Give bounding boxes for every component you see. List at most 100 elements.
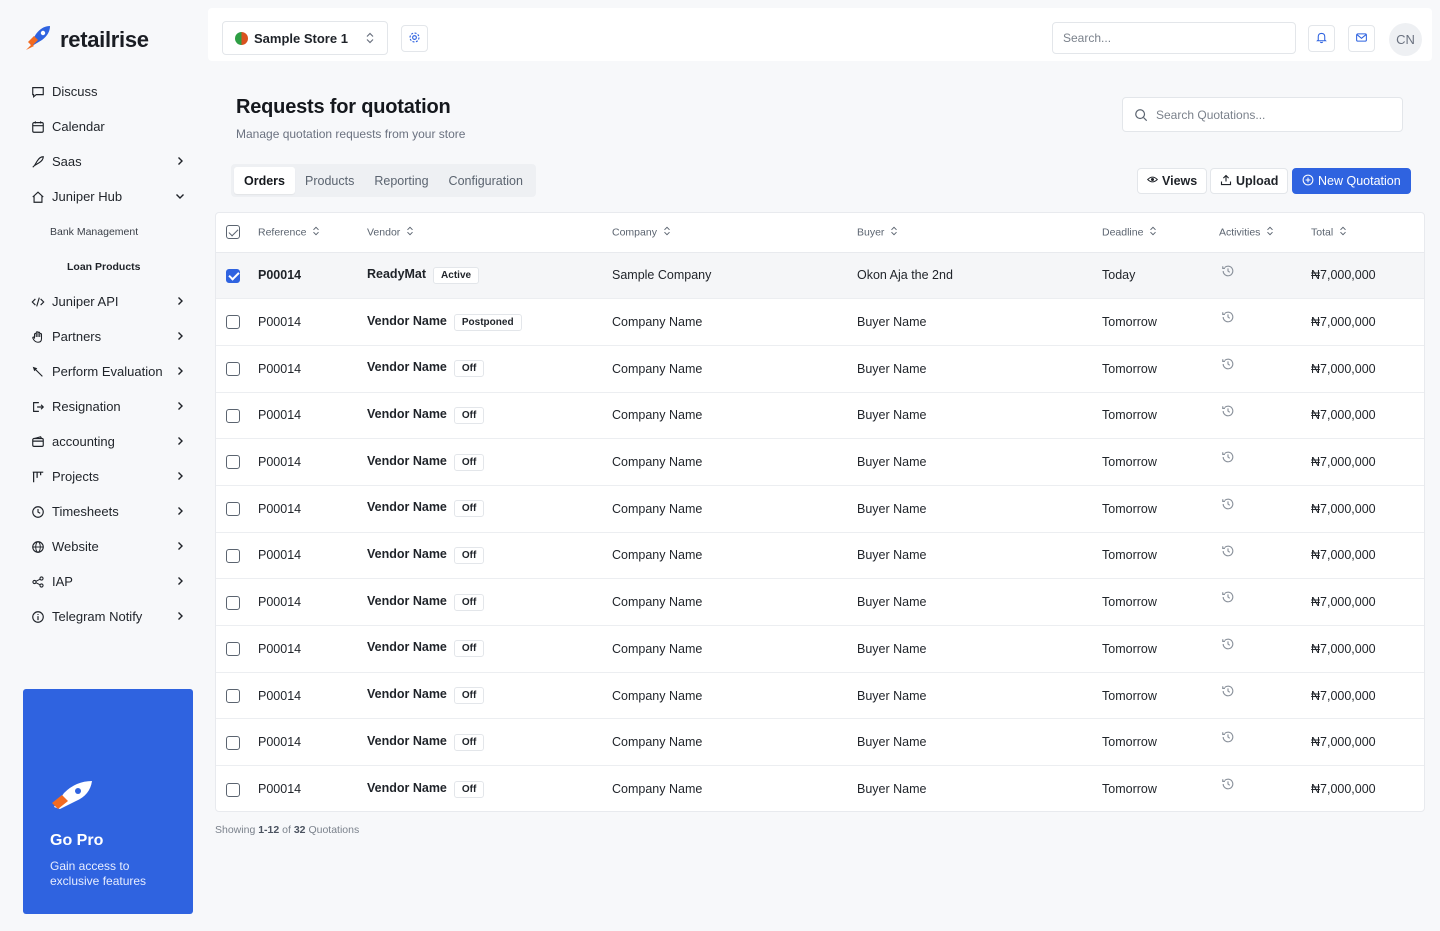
column-header-total[interactable]: Total — [1311, 213, 1368, 253]
row-checkbox[interactable] — [226, 548, 240, 563]
table-row[interactable]: P00014 Vendor Name Off Company Name Buyer Na… — [216, 532, 1424, 580]
row-checkbox[interactable] — [226, 455, 240, 470]
chevron-right-icon[interactable] — [174, 540, 186, 552]
quotation-search-input[interactable] — [1156, 98, 1396, 131]
new-quotation-button[interactable]: New Quotation — [1292, 168, 1411, 194]
sidebar-item-timesheets[interactable]: Timesheets — [22, 494, 194, 529]
sidebar-item-website[interactable]: Website — [22, 529, 194, 564]
tab-orders[interactable]: Orders — [234, 167, 295, 194]
table-row[interactable]: P00014 Vendor Name Off Company Name Buyer Na… — [216, 392, 1424, 440]
column-header-buyer[interactable]: Buyer — [857, 213, 1102, 253]
chevron-right-icon[interactable] — [174, 365, 186, 377]
table-row[interactable]: P00014 Vendor Name Off Company Name Buyer Na… — [216, 578, 1424, 626]
sort-icon[interactable] — [406, 226, 414, 239]
history-icon[interactable] — [1221, 684, 1235, 701]
cell-reference[interactable]: P00014 — [258, 315, 301, 329]
history-icon[interactable] — [1221, 637, 1235, 654]
global-search-input[interactable] — [1052, 22, 1296, 54]
sidebar-item-calendar[interactable]: Calendar — [22, 109, 194, 144]
table-row[interactable]: P00014 Vendor Name Off Company Name Buyer Na… — [216, 485, 1424, 533]
history-icon[interactable] — [1221, 357, 1235, 374]
sort-icon[interactable] — [663, 226, 671, 239]
store-selector[interactable]: Sample Store 1 — [222, 21, 388, 55]
notifications-button[interactable] — [1308, 25, 1335, 52]
row-checkbox[interactable] — [226, 315, 240, 330]
chevron-right-icon[interactable] — [174, 330, 186, 342]
history-icon[interactable] — [1221, 310, 1235, 327]
sidebar-item-telegram-notify[interactable]: Telegram Notify — [22, 599, 194, 634]
chevron-right-icon[interactable] — [174, 575, 186, 587]
cell-reference[interactable]: P00014 — [258, 689, 301, 703]
row-checkbox[interactable] — [226, 688, 240, 703]
tab-reporting[interactable]: Reporting — [364, 167, 438, 194]
views-button[interactable]: Views — [1137, 168, 1208, 194]
chevron-down-icon[interactable] — [174, 190, 186, 202]
sidebar-subitem-bank-management[interactable]: Bank Management — [22, 214, 194, 249]
chevron-right-icon[interactable] — [174, 295, 186, 307]
chevron-right-icon[interactable] — [174, 470, 186, 482]
sidebar-subitem-loan-products[interactable]: Loan Products — [22, 249, 194, 284]
sidebar-item-partners[interactable]: Partners — [22, 319, 194, 354]
cell-reference[interactable]: P00014 — [258, 642, 301, 656]
sidebar-item-projects[interactable]: Projects — [22, 459, 194, 494]
table-row[interactable]: P00014 Vendor Name Postponed Company Name Bu… — [216, 298, 1424, 346]
column-header-company[interactable]: Company — [612, 213, 857, 253]
sidebar-item-discuss[interactable]: Discuss — [22, 74, 194, 109]
sidebar-item-iap[interactable]: IAP — [22, 564, 194, 599]
table-row[interactable]: P00014 Vendor Name Off Company Name Buyer Na… — [216, 718, 1424, 767]
sort-icon[interactable] — [1266, 226, 1274, 239]
sidebar-item-resignation[interactable]: Resignation — [22, 389, 194, 424]
history-icon[interactable] — [1221, 497, 1235, 514]
quotation-search[interactable] — [1122, 97, 1403, 132]
column-header-deadline[interactable]: Deadline — [1102, 213, 1219, 253]
sort-icon[interactable] — [312, 226, 320, 239]
sort-icon[interactable] — [890, 226, 898, 239]
tab-products[interactable]: Products — [295, 167, 364, 194]
row-checkbox[interactable] — [226, 408, 240, 423]
column-header-reference[interactable]: Reference — [258, 213, 367, 253]
table-row[interactable]: P00014 Vendor Name Off Company Name Buyer Na… — [216, 672, 1424, 720]
cell-reference[interactable]: P00014 — [258, 362, 301, 376]
row-checkbox[interactable] — [226, 362, 240, 377]
history-icon[interactable] — [1221, 404, 1235, 421]
cell-reference[interactable]: P00014 — [258, 455, 301, 469]
store-settings-button[interactable] — [401, 25, 428, 52]
table-row[interactable]: P00014 ReadyMat Active Sample Company Okon A… — [216, 252, 1424, 300]
history-icon[interactable] — [1221, 450, 1235, 467]
column-header-vendor[interactable]: Vendor — [367, 213, 612, 253]
row-checkbox[interactable] — [226, 268, 240, 283]
messages-button[interactable] — [1348, 25, 1375, 52]
history-icon[interactable] — [1221, 777, 1235, 794]
chevron-right-icon[interactable] — [174, 435, 186, 447]
sidebar-item-perform-evaluation[interactable]: Perform Evaluation — [22, 354, 194, 389]
row-checkbox[interactable] — [226, 735, 240, 750]
row-checkbox[interactable] — [226, 595, 240, 610]
sidebar-item-juniper-hub[interactable]: Juniper Hub — [22, 179, 194, 214]
user-avatar[interactable]: CN — [1389, 23, 1422, 56]
history-icon[interactable] — [1221, 544, 1235, 561]
sort-icon[interactable] — [1339, 226, 1347, 239]
cell-reference[interactable]: P00014 — [258, 595, 301, 609]
cell-reference[interactable]: P00014 — [258, 502, 301, 516]
column-header-activities[interactable]: Activities — [1219, 213, 1311, 253]
brand-logo[interactable]: retailrise — [24, 24, 149, 55]
chevron-right-icon[interactable] — [174, 610, 186, 622]
cell-reference[interactable]: P00014 — [258, 735, 301, 749]
chevron-right-icon[interactable] — [174, 155, 186, 167]
go-pro-card[interactable]: Go Pro Gain access to exclusive features — [23, 689, 193, 914]
cell-reference[interactable]: P00014 — [258, 408, 301, 422]
chevron-right-icon[interactable] — [174, 400, 186, 412]
tab-configuration[interactable]: Configuration — [439, 167, 533, 194]
sidebar-item-saas[interactable]: Saas — [22, 144, 194, 179]
cell-reference[interactable]: P00014 — [258, 782, 301, 796]
upload-button[interactable]: Upload — [1210, 168, 1289, 194]
table-row[interactable]: P00014 Vendor Name Off Company Name Buyer Na… — [216, 345, 1424, 393]
history-icon[interactable] — [1221, 264, 1235, 281]
sort-icon[interactable] — [1149, 226, 1157, 239]
cell-reference[interactable]: P00014 — [258, 268, 301, 282]
row-checkbox[interactable] — [226, 642, 240, 657]
cell-reference[interactable]: P00014 — [258, 548, 301, 562]
row-checkbox[interactable] — [226, 782, 240, 797]
history-icon[interactable] — [1221, 730, 1235, 747]
table-row[interactable]: P00014 Vendor Name Off Company Name Buyer Na… — [216, 438, 1424, 486]
